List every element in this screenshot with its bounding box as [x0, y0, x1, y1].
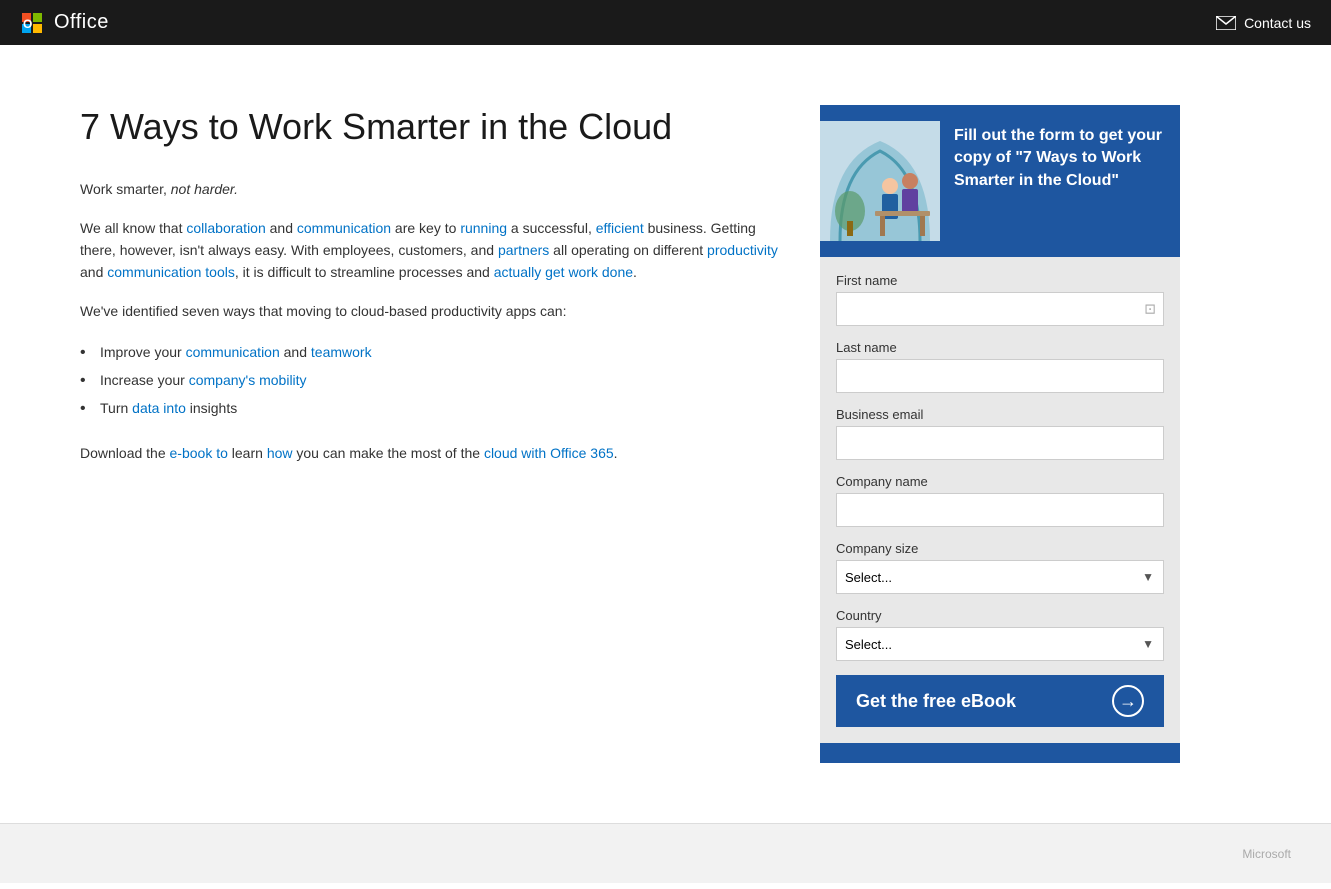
panel-thumbnail — [820, 121, 940, 241]
right-panel: Fill out the form to get your copy of "7… — [820, 105, 1180, 763]
svg-text:O: O — [23, 17, 32, 31]
collaboration-link: collaboration — [186, 220, 265, 236]
company-name-group: Company name — [836, 474, 1164, 527]
business-email-group: Business email — [836, 407, 1164, 460]
office-icon: O — [20, 11, 44, 35]
country-select[interactable]: Select... United States United Kingdom C… — [836, 627, 1164, 661]
footer-text: Microsoft — [1242, 847, 1291, 861]
contact-us-label: Contact us — [1244, 15, 1311, 31]
intro-paragraph: Work smarter, not harder. — [80, 178, 780, 200]
last-name-label: Last name — [836, 340, 1164, 355]
submit-arrow-icon: → — [1112, 685, 1144, 717]
bullet-item-2: Increase your company's mobility — [80, 366, 780, 394]
efficient-link: efficient — [596, 220, 644, 236]
first-name-group: First name ⊡ — [836, 273, 1164, 326]
first-name-icon: ⊡ — [1144, 301, 1156, 318]
first-name-label: First name — [836, 273, 1164, 288]
header: O Office Contact us — [0, 0, 1331, 45]
page-title: 7 Ways to Work Smarter in the Cloud — [80, 105, 780, 148]
identified-paragraph: We've identified seven ways that moving … — [80, 300, 780, 322]
productivity-link: productivity — [707, 242, 778, 258]
actually-link: actually get work done — [494, 264, 633, 280]
main-wrapper: 7 Ways to Work Smarter in the Cloud Work… — [0, 45, 1331, 823]
office-logo-text: Office — [54, 11, 109, 34]
form-area: First name ⊡ Last name Business email Co… — [820, 257, 1180, 743]
communication-tools-link: communication tools — [107, 264, 235, 280]
country-select-wrapper: Select... United States United Kingdom C… — [836, 627, 1164, 661]
partners-link: partners — [498, 242, 549, 258]
mail-icon — [1216, 16, 1236, 30]
first-name-input[interactable] — [836, 292, 1164, 326]
company-size-group: Company size Select... 1-9 10-49 50-249 … — [836, 541, 1164, 594]
panel-image-row: Fill out the form to get your copy of "7… — [820, 105, 1180, 257]
bullet-item-3: Turn data into insights — [80, 394, 780, 422]
company-size-select[interactable]: Select... 1-9 10-49 50-249 250-999 1000+ — [836, 560, 1164, 594]
benefits-list: Improve your communication and teamwork … — [80, 338, 780, 422]
company-size-select-wrapper: Select... 1-9 10-49 50-249 250-999 1000+… — [836, 560, 1164, 594]
download-paragraph: Download the e-book to learn how you can… — [80, 442, 780, 464]
left-content: 7 Ways to Work Smarter in the Cloud Work… — [80, 105, 780, 465]
last-name-input[interactable] — [836, 359, 1164, 393]
last-name-group: Last name — [836, 340, 1164, 393]
footer: Microsoft — [0, 823, 1331, 883]
company-name-label: Company name — [836, 474, 1164, 489]
intro-italic: not harder. — [171, 181, 238, 197]
communication-link: communication — [297, 220, 391, 236]
panel-tagline: Fill out the form to get your copy of "7… — [954, 121, 1164, 192]
company-size-label: Company size — [836, 541, 1164, 556]
contact-us-link[interactable]: Contact us — [1216, 15, 1311, 31]
submit-button[interactable]: Get the free eBook → — [836, 675, 1164, 727]
bullet-item-1: Improve your communication and teamwork — [80, 338, 780, 366]
business-email-label: Business email — [836, 407, 1164, 422]
logo-area: O Office — [20, 11, 109, 35]
body-paragraph: We all know that collaboration and commu… — [80, 217, 780, 284]
country-group: Country Select... United States United K… — [836, 608, 1164, 661]
business-email-input[interactable] — [836, 426, 1164, 460]
running-link: running — [460, 220, 507, 236]
company-name-input[interactable] — [836, 493, 1164, 527]
submit-label: Get the free eBook — [856, 691, 1016, 712]
panel-header: Fill out the form to get your copy of "7… — [820, 105, 1180, 257]
country-label: Country — [836, 608, 1164, 623]
